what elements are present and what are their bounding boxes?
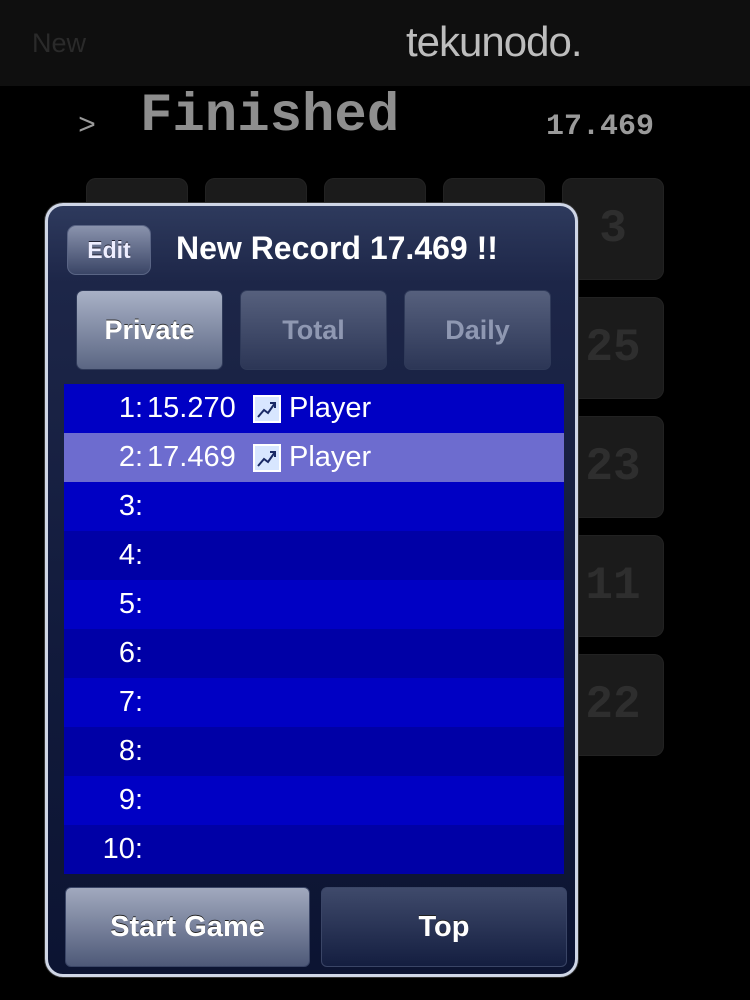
- rank-number: 5:: [118, 588, 143, 620]
- ranking-row[interactable]: 9:: [64, 776, 564, 825]
- rank-number: 6:: [118, 637, 143, 669]
- tab-private[interactable]: Private: [76, 290, 223, 370]
- rank-number: 1:: [118, 392, 143, 424]
- ranking-row[interactable]: 6:: [64, 629, 564, 678]
- ranking-row[interactable]: 10:: [64, 825, 564, 874]
- rank-number: 4:: [118, 539, 143, 571]
- player-name: Player: [289, 441, 372, 473]
- edit-button[interactable]: Edit: [67, 225, 151, 275]
- top-button[interactable]: Top: [321, 887, 567, 967]
- line-graph-icon[interactable]: [253, 443, 281, 472]
- line-graph-icon[interactable]: [253, 394, 281, 423]
- ranking-row[interactable]: 4:: [64, 531, 564, 580]
- record-score: 15.270: [147, 392, 236, 424]
- rank-number: 9:: [118, 784, 143, 816]
- ranking-row[interactable]: 2: 17.469 Player: [64, 433, 564, 482]
- brand-logo: tekunodo.: [406, 18, 582, 65]
- record-score: 17.469: [147, 441, 236, 473]
- rank-number: 8:: [118, 735, 143, 767]
- ranking-row[interactable]: 1: 15.270 Player: [64, 384, 564, 433]
- start-game-button[interactable]: Start Game: [65, 887, 310, 967]
- record-dialog: Edit New Record 17.469 !! Private Total …: [45, 203, 578, 977]
- rank-number: 7:: [118, 686, 143, 718]
- prompt-indicator: >: [78, 110, 97, 144]
- new-game-link[interactable]: New: [32, 28, 86, 59]
- ranking-row[interactable]: 8:: [64, 727, 564, 776]
- ranking-row[interactable]: 7:: [64, 678, 564, 727]
- player-name: Player: [289, 392, 372, 424]
- rank-number: 3:: [118, 490, 143, 522]
- ranking-row[interactable]: 3:: [64, 482, 564, 531]
- timer-display: 17.469: [546, 110, 655, 144]
- dialog-title: New Record 17.469 !!: [176, 230, 498, 266]
- rank-number: 10:: [102, 833, 143, 865]
- tab-total[interactable]: Total: [240, 290, 387, 370]
- ranking-row[interactable]: 5:: [64, 580, 564, 629]
- rank-number: 2:: [118, 441, 143, 473]
- ranking-list: 1: 15.270 Player 2: 17.469 Player 3: 4: 5: 6: 7: 8:…: [64, 384, 564, 874]
- game-status: Finished: [140, 86, 400, 147]
- top-bar: New tekunodo.: [0, 0, 750, 86]
- tab-daily[interactable]: Daily: [404, 290, 551, 370]
